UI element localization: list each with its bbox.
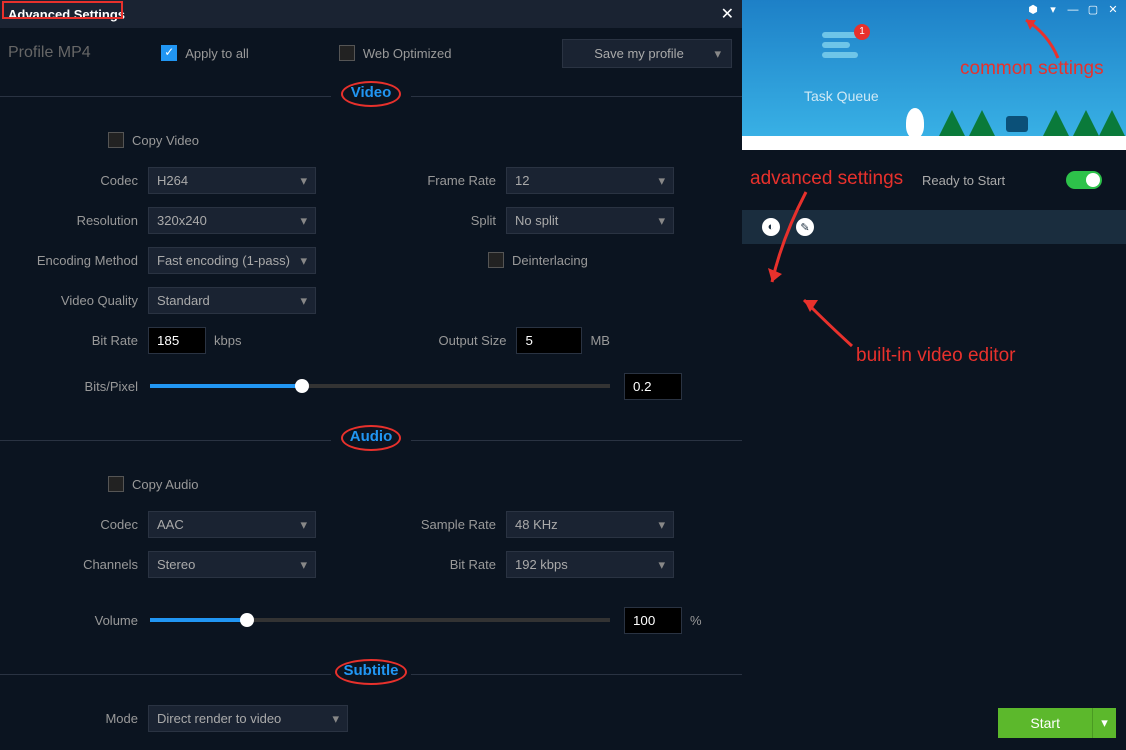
checkbox-icon — [108, 132, 124, 148]
encoding-select[interactable]: Fast encoding (1-pass) — [148, 247, 316, 274]
editor-pencil-icon[interactable]: ✎ — [796, 218, 814, 236]
output-size-input[interactable] — [516, 327, 582, 354]
close-icon[interactable]: ✕ — [721, 4, 734, 24]
section-header-audio: Audio — [0, 428, 742, 452]
task-queue-label[interactable]: Task Queue — [804, 88, 879, 104]
right-panel: ⬢ ▾ — ▢ ✕ 1 Task Queue Ready to Start ◐ … — [742, 0, 1126, 750]
audio-form: Copy Audio Codec AAC Sample Rate 48 KHz … — [0, 464, 742, 640]
audio-bitrate-select[interactable]: 192 kbps — [506, 551, 674, 578]
frame-rate-label: Frame Rate — [386, 173, 506, 188]
subtitle-mode-label: Mode — [20, 711, 148, 726]
split-label: Split — [386, 213, 506, 228]
apply-all-label: Apply to all — [185, 46, 249, 61]
sample-rate-label: Sample Rate — [386, 517, 506, 532]
output-label: Output Size — [396, 333, 516, 348]
resolution-select[interactable]: 320x240 — [148, 207, 316, 234]
bpp-slider[interactable] — [150, 384, 610, 388]
checkbox-icon — [488, 252, 504, 268]
close-window-icon[interactable]: ✕ — [1104, 2, 1122, 18]
audio-bitrate-label: Bit Rate — [386, 557, 506, 572]
annotation-oval — [341, 425, 401, 451]
web-optimized-label: Web Optimized — [363, 46, 452, 61]
notification-badge: 1 — [854, 24, 870, 40]
apply-all-checkbox[interactable]: Apply to all — [161, 45, 249, 61]
channels-label: Channels — [20, 557, 148, 572]
annotation-oval — [335, 659, 407, 685]
sample-rate-select[interactable]: 48 KHz — [506, 511, 674, 538]
copy-video-checkbox[interactable]: Copy Video — [108, 132, 199, 148]
checkbox-icon — [108, 476, 124, 492]
checkbox-icon — [339, 45, 355, 61]
copy-video-label: Copy Video — [132, 133, 199, 148]
maximize-icon[interactable]: ▢ — [1084, 2, 1102, 18]
quality-select[interactable]: Standard — [148, 287, 316, 314]
profile-label: Profile MP4 — [8, 44, 91, 62]
deinterlacing-checkbox[interactable]: Deinterlacing — [488, 252, 588, 268]
annotation-box-title — [2, 1, 123, 19]
tree-decoration — [938, 110, 966, 138]
copy-audio-label: Copy Audio — [132, 477, 199, 492]
status-row: Ready to Start — [742, 150, 1126, 210]
frame-rate-select[interactable]: 12 — [506, 167, 674, 194]
task-queue-icon[interactable] — [822, 32, 858, 62]
video-form: Copy Video Codec H264 Frame Rate 12 Reso… — [0, 120, 742, 406]
tool-row: ◐ ✎ — [742, 210, 1126, 244]
output-unit: MB — [590, 333, 610, 348]
volume-unit: % — [690, 613, 702, 628]
save-profile-dropdown[interactable]: Save my profile — [562, 39, 732, 68]
codec-label: Codec — [20, 173, 148, 188]
copy-audio-checkbox[interactable]: Copy Audio — [108, 476, 199, 492]
start-dropdown-icon[interactable]: ▾ — [1092, 708, 1116, 738]
bitrate-unit: kbps — [214, 333, 241, 348]
tree-decoration — [1098, 110, 1126, 138]
profile-row: Profile MP4 Apply to all Web Optimized S… — [0, 28, 742, 78]
slider-thumb[interactable] — [295, 379, 309, 393]
section-header-subtitle: Subtitle — [0, 662, 742, 686]
window-controls: ⬢ ▾ — ▢ ✕ — [1024, 2, 1122, 18]
tree-decoration — [968, 110, 996, 138]
tree-decoration — [1072, 110, 1100, 138]
encoding-label: Encoding Method — [20, 253, 148, 268]
codec-select[interactable]: H264 — [148, 167, 316, 194]
slider-thumb[interactable] — [240, 613, 254, 627]
resolution-label: Resolution — [20, 213, 148, 228]
tree-decoration — [1042, 110, 1070, 138]
web-optimized-checkbox[interactable]: Web Optimized — [339, 45, 452, 61]
bitrate-input[interactable] — [148, 327, 206, 354]
start-button[interactable]: Start — [998, 708, 1092, 738]
section-header-video: Video — [0, 84, 742, 108]
bitrate-label: Bit Rate — [20, 333, 148, 348]
subtitle-mode-select[interactable]: Direct render to video — [148, 705, 348, 732]
subtitle-form: Mode Direct render to video — [0, 698, 742, 738]
app-header: ⬢ ▾ — ▢ ✕ 1 Task Queue — [742, 0, 1126, 150]
menu-icon[interactable]: ▾ — [1044, 2, 1062, 18]
ready-toggle[interactable] — [1066, 171, 1102, 189]
pin-icon[interactable]: ⬢ — [1024, 2, 1042, 18]
snow-decoration — [742, 136, 1126, 150]
snowman-decoration — [906, 108, 924, 138]
settings-gear-icon[interactable]: ◐ — [762, 218, 780, 236]
volume-slider[interactable] — [150, 618, 610, 622]
minimize-icon[interactable]: — — [1064, 2, 1082, 18]
deer-decoration — [1006, 116, 1028, 132]
annotation-oval — [341, 81, 401, 107]
bpp-label: Bits/Pixel — [20, 379, 148, 394]
audio-codec-label: Codec — [20, 517, 148, 532]
channels-select[interactable]: Stereo — [148, 551, 316, 578]
volume-input[interactable] — [624, 607, 682, 634]
volume-label: Volume — [20, 613, 148, 628]
bpp-input[interactable] — [624, 373, 682, 400]
audio-codec-select[interactable]: AAC — [148, 511, 316, 538]
start-button-group: Start ▾ — [998, 708, 1116, 738]
advanced-settings-panel: Advanced Settings ✕ Profile MP4 Apply to… — [0, 0, 742, 750]
deinterlacing-label: Deinterlacing — [512, 253, 588, 268]
split-select[interactable]: No split — [506, 207, 674, 234]
ready-label: Ready to Start — [922, 173, 1005, 188]
checkbox-icon — [161, 45, 177, 61]
quality-label: Video Quality — [20, 293, 148, 308]
